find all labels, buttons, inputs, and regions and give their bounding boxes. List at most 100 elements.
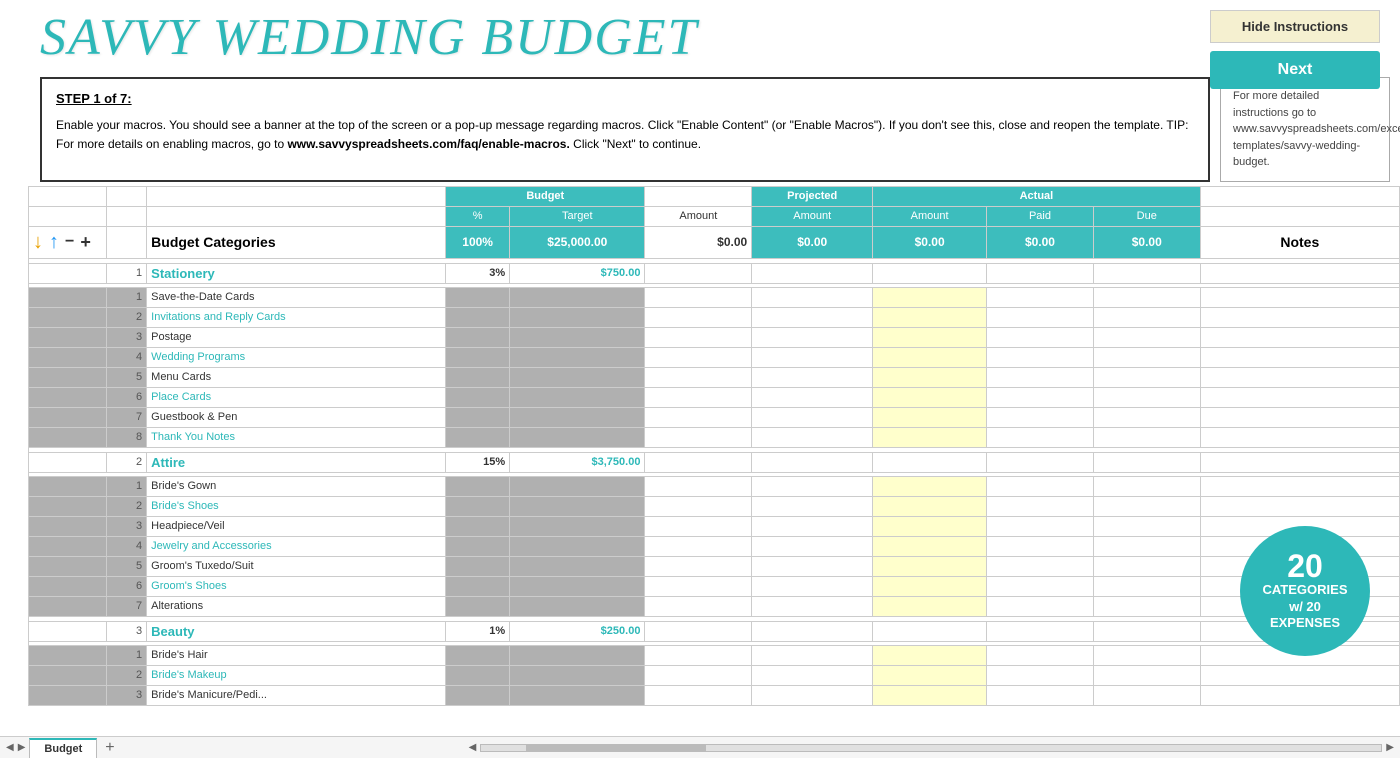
item-row-attire-7: 7 Alterations — [29, 596, 1400, 616]
item-a2-budget — [645, 496, 752, 516]
item-a4-arrows — [29, 536, 107, 556]
item-a7-actual — [873, 596, 987, 616]
next-button[interactable]: Next — [1210, 51, 1380, 89]
item-row-stationery-5: 5 Menu Cards — [29, 367, 1400, 387]
app-title: SAVVY WEDDING BUDGET — [40, 8, 698, 67]
item-row-attire-4: 4 Jewelry and Accessories — [29, 536, 1400, 556]
item-s2-target — [510, 307, 645, 327]
cat2-projected — [752, 452, 873, 472]
item-a3-budget — [645, 516, 752, 536]
item-a3-num: 3 — [107, 516, 147, 536]
header-row-main: Budget Projected Actual — [29, 186, 1400, 206]
item-s3-due — [1093, 327, 1200, 347]
item-a7-paid — [987, 596, 1094, 616]
sub-budget-amount-th: Amount — [645, 206, 752, 226]
item-row-beauty-3: 3 Bride's Manicure/Pedi... — [29, 685, 1400, 705]
scroll-right-arrow[interactable]: ▶ — [18, 742, 26, 753]
header-arrows-cell — [29, 186, 107, 206]
item-s8-name: Thank You Notes — [147, 427, 446, 447]
arrow-plus-icon[interactable]: + — [80, 232, 91, 253]
tab-add-button[interactable]: + — [97, 739, 122, 757]
cat2-pct: 15% — [446, 452, 510, 472]
arrow-down-icon[interactable]: ↓ — [33, 231, 43, 254]
item-s4-projected — [752, 347, 873, 367]
arrow-minus-icon[interactable]: − — [65, 233, 74, 251]
item-s7-budget — [645, 407, 752, 427]
instructions-main-box: STEP 1 of 7: Enable your macros. You sho… — [40, 77, 1210, 182]
horizontal-scrollbar[interactable] — [480, 744, 1382, 752]
item-s8-budget — [645, 427, 752, 447]
item-a7-projected — [752, 596, 873, 616]
badge-with: w/ 20 — [1289, 599, 1321, 616]
item-a5-paid — [987, 556, 1094, 576]
item-a2-num: 2 — [107, 496, 147, 516]
item-s7-actual — [873, 407, 987, 427]
item-s5-due — [1093, 367, 1200, 387]
item-s2-num: 2 — [107, 307, 147, 327]
item-s8-projected — [752, 427, 873, 447]
item-a2-name: Bride's Shoes — [147, 496, 446, 516]
item-a2-actual — [873, 496, 987, 516]
instructions-url: www.savvyspreadsheets.com/faq/enable-mac… — [287, 137, 569, 151]
item-b1-pct — [446, 645, 510, 665]
hide-instructions-button[interactable]: Hide Instructions — [1210, 10, 1380, 43]
item-a1-paid — [987, 476, 1094, 496]
item-s6-name: Place Cards — [147, 387, 446, 407]
cat1-budget-amount — [645, 263, 752, 283]
item-a1-projected — [752, 476, 873, 496]
cat1-pct: 3% — [446, 263, 510, 283]
item-s1-pct — [446, 287, 510, 307]
cat3-arrows — [29, 621, 107, 641]
hscroll-right[interactable]: ▶ — [1386, 742, 1394, 753]
instructions-text-end: Click "Next" to continue. — [570, 137, 701, 151]
totals-categories-label: Budget Categories — [147, 226, 446, 258]
item-b3-projected — [752, 685, 873, 705]
header-notes-th — [1200, 186, 1399, 206]
tab-budget[interactable]: Budget — [29, 738, 97, 758]
item-b1-num: 1 — [107, 645, 147, 665]
item-a2-paid — [987, 496, 1094, 516]
item-a5-actual — [873, 556, 987, 576]
item-s6-projected — [752, 387, 873, 407]
item-s4-target — [510, 347, 645, 367]
totals-paid: $0.00 — [987, 226, 1094, 258]
totals-budget-amount: $0.00 — [645, 226, 752, 258]
cat2-budget-amount — [645, 452, 752, 472]
totals-due: $0.00 — [1093, 226, 1200, 258]
header-num-cell — [107, 186, 147, 206]
hscroll-left[interactable]: ◀ — [469, 742, 477, 753]
cat2-due — [1093, 452, 1200, 472]
item-s3-name: Postage — [147, 327, 446, 347]
item-row-attire-5: 5 Groom's Tuxedo/Suit — [29, 556, 1400, 576]
item-a3-target — [510, 516, 645, 536]
item-a1-notes — [1200, 476, 1399, 496]
item-s4-arrows — [29, 347, 107, 367]
item-s5-arrows — [29, 367, 107, 387]
arrow-up-icon[interactable]: ↑ — [49, 231, 59, 254]
sub-pct-th: % — [446, 206, 510, 226]
item-s2-projected — [752, 307, 873, 327]
item-s2-pct — [446, 307, 510, 327]
item-a6-due — [1093, 576, 1200, 596]
item-a3-actual — [873, 516, 987, 536]
item-s8-due — [1093, 427, 1200, 447]
instructions-side-text: For more detailed instructions go to www… — [1233, 90, 1400, 168]
item-s8-actual — [873, 427, 987, 447]
item-b1-target — [510, 645, 645, 665]
totals-target: $25,000.00 — [510, 226, 645, 258]
item-row-attire-1: 1 Bride's Gown — [29, 476, 1400, 496]
cat2-target: $3,750.00 — [510, 452, 645, 472]
cat1-actual — [873, 263, 987, 283]
category-row-beauty: 3 Beauty 1% $250.00 — [29, 621, 1400, 641]
item-a5-num: 5 — [107, 556, 147, 576]
item-s5-paid — [987, 367, 1094, 387]
badge-circle: 20 CATEGORIES w/ 20 EXPENSES — [1240, 526, 1370, 656]
item-a3-paid — [987, 516, 1094, 536]
item-s4-num: 4 — [107, 347, 147, 367]
item-b1-projected — [752, 645, 873, 665]
item-b2-budget — [645, 665, 752, 685]
item-s8-num: 8 — [107, 427, 147, 447]
item-a6-target — [510, 576, 645, 596]
scroll-left-arrow[interactable]: ◀ — [6, 742, 14, 753]
sub-num-cell — [107, 206, 147, 226]
